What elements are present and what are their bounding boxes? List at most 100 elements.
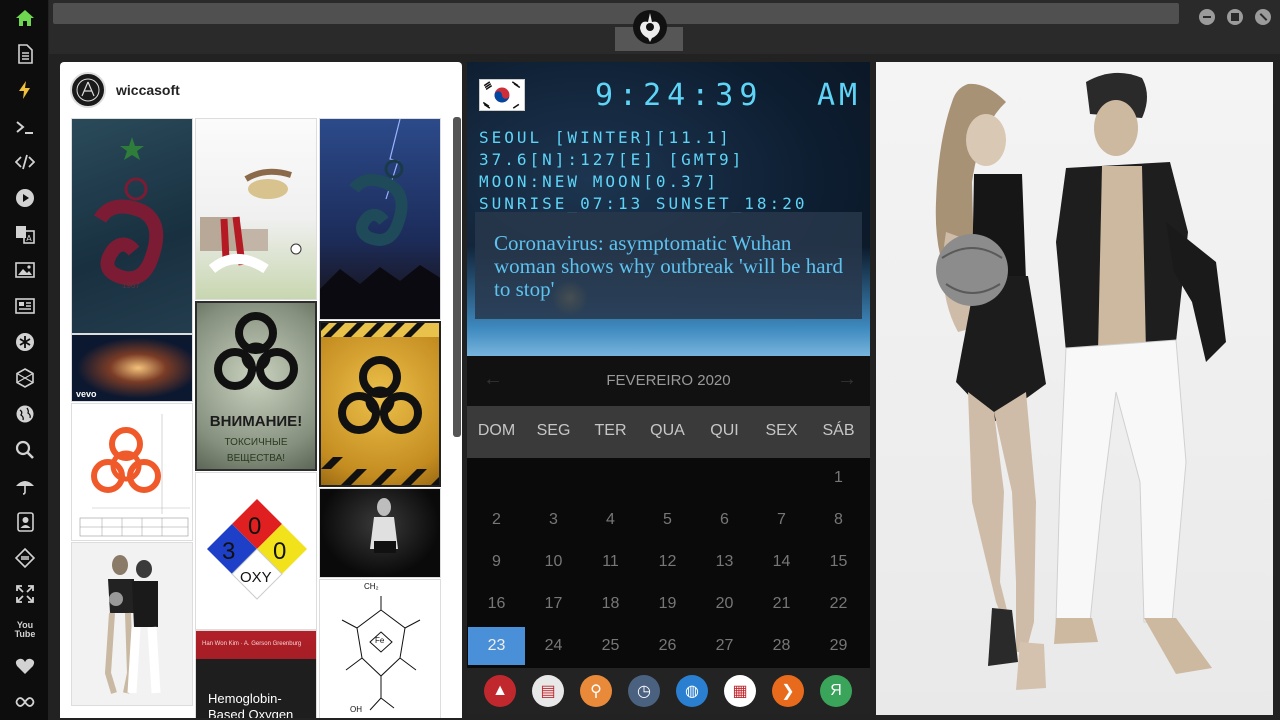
biohazard-warning-sign-tile[interactable]: ВНИМАНИЕ! ТОКСИЧНЫЕ ВЕЩЕСТВА! (195, 301, 317, 471)
calendar-day[interactable]: 3 (525, 501, 582, 539)
feed-scrollbar[interactable] (453, 117, 461, 437)
nfpa-diamond-tile[interactable]: 3 0 0 OXY (195, 472, 317, 630)
search-icon[interactable] (12, 437, 38, 463)
calendar-day[interactable]: 8 (810, 501, 867, 539)
left-sidebar: A You Tube (0, 0, 49, 720)
hexagon-icon[interactable] (12, 365, 38, 391)
clock-location: SEOUL [WINTER][11.1] (479, 128, 732, 147)
news-ticker[interactable]: Coronavirus: asymptomatic Wuhan woman sh… (475, 212, 862, 319)
heme-label-oh: OH (350, 705, 362, 714)
feed-username[interactable]: wiccasoft (116, 82, 180, 98)
calendar-day[interactable]: 2 (468, 501, 525, 539)
calendar-app-icon[interactable]: ▦ (724, 675, 756, 707)
asterisk-icon[interactable] (12, 329, 38, 355)
address-field[interactable] (53, 3, 1179, 24)
umbrella-icon[interactable] (12, 473, 38, 499)
document-icon[interactable] (12, 41, 38, 67)
play-icon[interactable] (12, 185, 38, 211)
calendar-day[interactable]: 28 (753, 627, 810, 665)
calendar-day[interactable]: 14 (753, 543, 810, 581)
rebel-alliance-icon[interactable] (632, 8, 668, 46)
trabzon-logo-tile[interactable]: 1967 (71, 118, 193, 334)
bw-model-tile[interactable] (319, 488, 441, 578)
calendar-day[interactable]: 20 (696, 585, 753, 623)
next-month-button[interactable]: → (837, 368, 857, 391)
calendar-day[interactable]: 17 (525, 585, 582, 623)
dayname: QUA (650, 422, 685, 439)
biohazard-yellow-sign-tile[interactable] (319, 321, 441, 487)
warning-sub1: ТОКСИЧНЫЕ (224, 437, 288, 448)
arrow-app-icon[interactable]: ❯ (772, 675, 804, 707)
calendar-day[interactable]: 26 (639, 627, 696, 665)
image-icon[interactable] (12, 257, 38, 283)
close-button[interactable] (1255, 9, 1271, 25)
search-magnifier-icon[interactable]: ⚲ (580, 675, 612, 707)
nfpa-health: 3 (222, 538, 236, 565)
calendar-day[interactable]: 11 (582, 543, 639, 581)
globe-icon[interactable] (12, 401, 38, 427)
biohazard-orange-tile[interactable] (71, 403, 193, 541)
calendar-day[interactable]: 10 (525, 543, 582, 581)
minimize-button[interactable] (1199, 9, 1215, 25)
dayname: SEG (536, 422, 571, 439)
code-icon[interactable] (12, 149, 38, 175)
news-icon[interactable] (12, 293, 38, 319)
nfpa-fire: 0 (248, 513, 262, 540)
app-dock: ▲ ▤ ⚲ ◷ ◍ ▦ ❯ Я (467, 668, 870, 714)
calendar-day[interactable]: 5 (639, 501, 696, 539)
dayname: SEX (765, 422, 798, 439)
calendar-day-today[interactable]: 23 (468, 627, 525, 665)
calendar-day[interactable]: 1 (810, 459, 867, 497)
photo-panel[interactable] (876, 62, 1273, 715)
calendar-day-names: DOM SEG TER QUA QUI SEX SÁB (467, 406, 870, 458)
maximize-button[interactable] (1227, 9, 1243, 25)
heart-icon[interactable] (12, 653, 38, 679)
clock-sun-times: SUNRISE_07:13 SUNSET_18:20 (479, 194, 808, 213)
home-icon[interactable] (12, 5, 38, 31)
calendar-day[interactable]: 18 (582, 585, 639, 623)
calendar-day[interactable]: 12 (639, 543, 696, 581)
calendar-day[interactable]: 21 (753, 585, 810, 623)
fullscreen-icon[interactable] (12, 581, 38, 607)
hemoglobin-book-tile[interactable]: Han Won Kim · A. Gerson Greenburg Hemogl… (195, 630, 317, 718)
clock-app-icon[interactable]: ◷ (628, 675, 660, 707)
vevo-concert-tile[interactable]: vevo (71, 334, 193, 402)
korea-flag-icon (479, 79, 525, 111)
vevo-logo: vevo (76, 389, 97, 399)
svg-text:A: A (26, 234, 32, 243)
vivaldi-icon[interactable]: ▲ (484, 675, 516, 707)
avatar[interactable] (70, 72, 106, 108)
calendar-day[interactable]: 4 (582, 501, 639, 539)
couple-photo-tile[interactable] (71, 542, 193, 706)
calendar-day[interactable]: 24 (525, 627, 582, 665)
calendar-day[interactable]: 29 (810, 627, 867, 665)
contact-icon[interactable] (12, 509, 38, 535)
calendar-day[interactable]: 16 (468, 585, 525, 623)
calendar-day[interactable]: 19 (639, 585, 696, 623)
calendar-day[interactable]: 27 (696, 627, 753, 665)
book-title-1: Hemoglobin- (208, 691, 282, 706)
heme-structure-tile[interactable]: CH₂ Fe OH (319, 579, 441, 718)
translate-icon[interactable]: A (12, 221, 38, 247)
calendar-day[interactable]: 6 (696, 501, 753, 539)
swap-icon[interactable] (12, 545, 38, 571)
dayname: TER (594, 422, 627, 439)
trabzon-lightning-tile[interactable] (319, 118, 441, 320)
soccer-photo-tile[interactable] (195, 118, 317, 300)
dayname: QUI (710, 422, 739, 439)
yandex-icon[interactable]: Я (820, 675, 852, 707)
calendar-day[interactable]: 25 (582, 627, 639, 665)
youtube-icon[interactable]: You Tube (12, 617, 38, 643)
calendar-day[interactable]: 22 (810, 585, 867, 623)
lightning-icon[interactable] (12, 77, 38, 103)
infinity-icon[interactable] (12, 689, 38, 715)
news-headline[interactable]: Coronavirus: asymptomatic Wuhan woman sh… (494, 232, 844, 301)
news-reader-icon[interactable]: ▤ (532, 675, 564, 707)
clock-ampm: AM (817, 78, 862, 113)
calendar-day[interactable]: 9 (468, 543, 525, 581)
calendar-day[interactable]: 7 (753, 501, 810, 539)
terminal-icon[interactable] (12, 114, 38, 140)
calendar-day[interactable]: 15 (810, 543, 867, 581)
web-browser-icon[interactable]: ◍ (676, 675, 708, 707)
calendar-day[interactable]: 13 (696, 543, 753, 581)
